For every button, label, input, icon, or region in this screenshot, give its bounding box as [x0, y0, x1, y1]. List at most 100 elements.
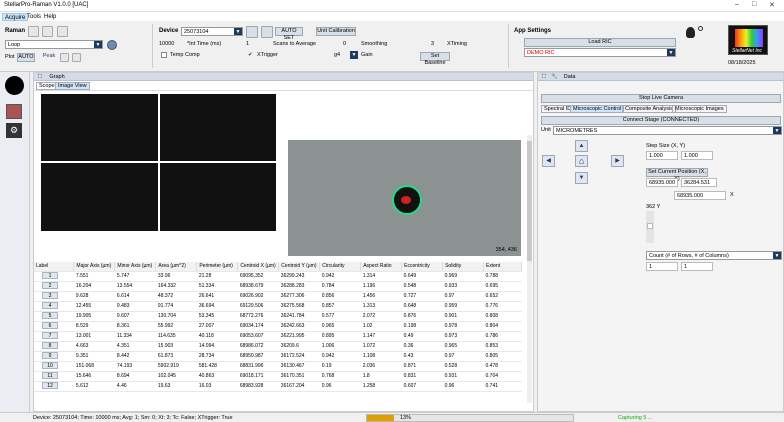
zoom-out-icon[interactable]	[72, 53, 81, 62]
row-label[interactable]: 1	[42, 272, 58, 279]
zoom-in-icon[interactable]	[60, 53, 69, 62]
device-select[interactable]: 25073104 ▼	[181, 27, 243, 36]
table-row[interactable]: 10 151.068 74.193 5902.919 581.428 68831.996 3…	[34, 361, 522, 372]
smoothing-value[interactable]: 0	[343, 40, 346, 48]
live-image[interactable]: 354, 436	[288, 140, 521, 256]
device-settings-icon[interactable]	[246, 26, 258, 38]
expand-icon[interactable]: ⛶	[542, 74, 546, 80]
move-up-button[interactable]: ▲	[575, 140, 588, 152]
column-header[interactable]: Aspect Ratio	[360, 262, 403, 272]
table-row[interactable]: 3 9.628 6.614 48.372 26.641 69026.902 36277.30…	[34, 291, 522, 302]
camera-tile[interactable]	[41, 94, 158, 161]
unit-select[interactable]: MICROMETRES ▼	[553, 126, 782, 135]
table-row[interactable]: 7 13.001 11.334 114.635 40.118 69053.607 36221…	[34, 331, 522, 342]
connect-stage-button[interactable]: Connect Stage (CONNECTED)	[541, 116, 781, 125]
tab-composite-analysis[interactable]: Composite Analysis	[622, 105, 676, 113]
move-down-button[interactable]: ▼	[575, 172, 588, 184]
gear-icon[interactable]: ⚙	[6, 123, 22, 138]
column-header[interactable]: Eccentricity	[401, 262, 444, 272]
mode-select[interactable]: Loop ▼	[5, 40, 103, 49]
ric-select[interactable]: DEMO RIC ▼	[524, 48, 676, 57]
move-right-button[interactable]: ▶	[611, 155, 624, 167]
column-header[interactable]: Solidity	[442, 262, 484, 272]
unit-calibration-button[interactable]: Unit Calibration	[316, 27, 356, 36]
table-row[interactable]: 2 16.204 13.554 164.332 51.334 68938.679 36288…	[34, 281, 522, 292]
set-baseline-button[interactable]: Set Baseline	[420, 52, 450, 66]
xtiming-value[interactable]: 3	[431, 40, 434, 48]
column-header[interactable]: Label	[34, 262, 75, 272]
table-row[interactable]: 12 5.612 4.46 19.63 16.03 68983.928 36167.204 0…	[34, 381, 522, 392]
gain-chevron-down-icon[interactable]: ▼	[350, 51, 358, 59]
column-header[interactable]: Centroid Y (µm)	[278, 262, 321, 272]
load-ric-button[interactable]: Load RIC	[524, 38, 676, 47]
column-header[interactable]: Major Axis (µm)	[73, 262, 116, 272]
camera-tile[interactable]	[41, 163, 158, 231]
table-row[interactable]: 1 7.551 5.747 33.96 21.28 69095.352 36299.243 0…	[34, 271, 522, 282]
expand-icon[interactable]: ⛶	[38, 74, 42, 80]
tab-microscopic-images[interactable]: Microscopic Images	[672, 105, 727, 113]
move-left-button[interactable]: ◀	[542, 155, 555, 167]
stop-live-camera-button[interactable]: Stop Live Camera	[541, 94, 781, 103]
columns-input[interactable]: 1	[681, 262, 713, 271]
scrollbar[interactable]	[527, 135, 532, 403]
user-profile-icon[interactable]	[5, 76, 24, 95]
table-row[interactable]: 5 19.905 9.607 130.704 53.345 68772.276 36241.…	[34, 311, 522, 322]
row-label[interactable]: 8	[42, 342, 58, 349]
menu-help[interactable]: Help	[42, 13, 58, 21]
step-x-input[interactable]: 1.000	[646, 151, 678, 160]
column-header[interactable]: Area (µm^2)	[155, 262, 198, 272]
row-label[interactable]: 2	[42, 282, 58, 289]
open-folder-icon[interactable]	[42, 26, 53, 37]
column-header[interactable]: Centroid X (µm)	[237, 262, 280, 272]
row-label[interactable]: 9	[42, 352, 58, 359]
home-icon[interactable]: ⌂	[575, 155, 588, 167]
row-label[interactable]: 5	[42, 312, 58, 319]
minimize-icon[interactable]: –	[735, 1, 739, 8]
temp-comp-checkbox[interactable]	[161, 52, 167, 58]
table-row[interactable]: 9 9.351 8.442 61.873 28.734 68950.987 36172.52…	[34, 351, 522, 362]
table-cell: 19.905	[73, 311, 115, 322]
run-icon[interactable]	[107, 40, 117, 50]
row-label[interactable]: 11	[42, 372, 58, 379]
device-refresh-icon[interactable]	[261, 26, 273, 38]
tab-microscopic-control[interactable]: Microscopic Control	[570, 105, 625, 113]
scans-value[interactable]: 1	[246, 40, 249, 48]
row-label[interactable]: 4	[42, 302, 58, 309]
maximize-icon[interactable]: □	[752, 1, 756, 8]
menu-tools[interactable]: Tools	[25, 13, 43, 21]
count-select[interactable]: Count (# of Rows, # of Columns) ▼	[646, 251, 782, 260]
print-icon[interactable]	[57, 26, 68, 37]
y-slider[interactable]	[646, 211, 654, 243]
lightbulb-icon[interactable]	[686, 27, 695, 38]
row-label[interactable]: 10	[42, 362, 58, 369]
auto-set-button[interactable]: AUTO SET	[275, 27, 303, 41]
row-label[interactable]: 12	[42, 382, 58, 389]
camera-tile[interactable]	[160, 94, 276, 161]
peak-button[interactable]: Peak	[41, 53, 57, 62]
column-header[interactable]: Circularity	[319, 262, 362, 272]
column-header[interactable]: Perimeter (µm)	[196, 262, 239, 272]
row-label[interactable]: 3	[42, 292, 58, 299]
column-header[interactable]: Extent	[483, 262, 522, 272]
camera-tile[interactable]	[160, 163, 276, 231]
table-row[interactable]: 4 12.455 9.483 91.774 36.694 69129.506 36275.5…	[34, 301, 522, 312]
table-row[interactable]: 6 8.529 8.361 55.992 27.007 69034.174 36242.66…	[34, 321, 522, 332]
set-current-position-button[interactable]: Set Current Position (X, Y)	[646, 168, 708, 182]
info-icon[interactable]	[698, 26, 703, 31]
table-row[interactable]: 11 15.646 8.694 102.045 40.863 69018.171 36170…	[34, 371, 522, 382]
row-label[interactable]: 6	[42, 322, 58, 329]
step-y-input[interactable]: 1.000	[681, 151, 713, 160]
save-icon[interactable]	[28, 26, 39, 37]
record-icon[interactable]	[6, 104, 22, 119]
plot-auto-button[interactable]: AUTO	[17, 53, 35, 62]
row-label[interactable]: 7	[42, 332, 58, 339]
int-time-value[interactable]: 10000	[159, 40, 174, 48]
table-row[interactable]: 8 4.663 4.351 15.903 14.094 68986.072 36209.6 1…	[34, 341, 522, 352]
tab-image-view[interactable]: Image View	[55, 82, 90, 90]
rows-input[interactable]: 1	[646, 262, 678, 271]
target-x-input[interactable]: 68935.000	[674, 191, 726, 200]
close-icon[interactable]: ✕	[769, 1, 775, 9]
column-header[interactable]: Minor Axis (µm)	[114, 262, 157, 272]
gain-value[interactable]: g4	[334, 51, 340, 59]
xtrigger-check-icon[interactable]: ✔	[248, 51, 253, 59]
